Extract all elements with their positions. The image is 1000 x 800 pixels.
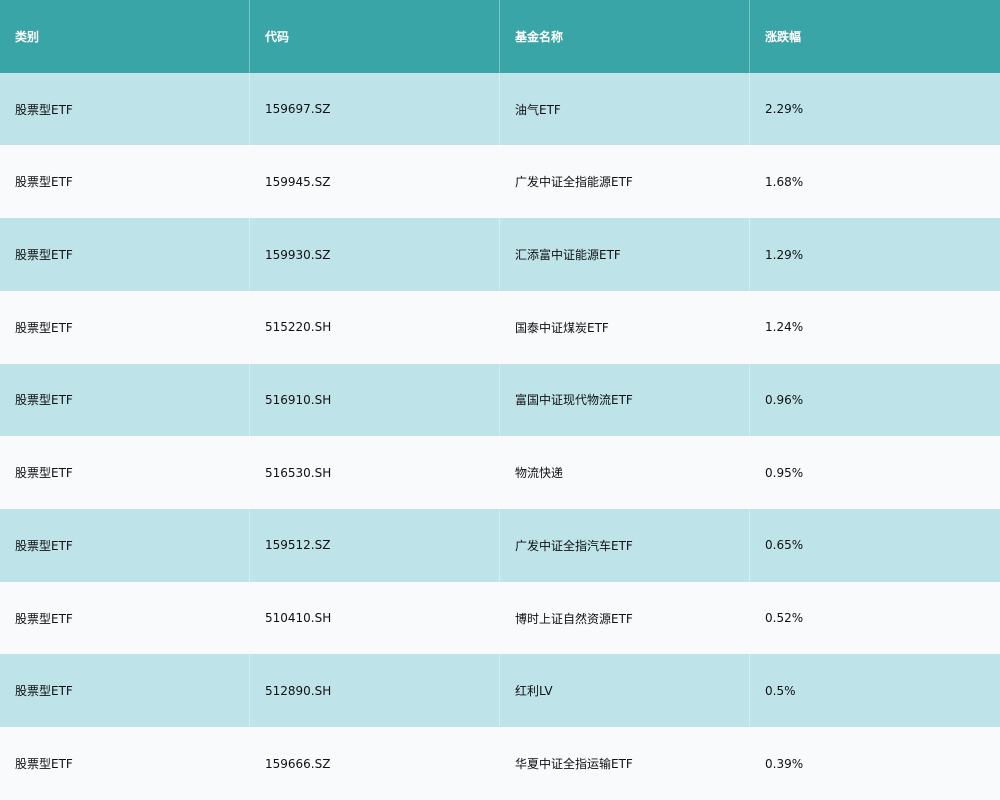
etf-table: 类别 代码 基金名称 涨跌幅 股票型ETF 159697.SZ 油气ETF 2.… <box>0 0 1000 800</box>
table-row[interactable]: 股票型ETF 159945.SZ 广发中证全指能源ETF 1.68% <box>0 145 1000 219</box>
cell-fund-name: 广发中证全指能源ETF <box>500 145 750 219</box>
table-row[interactable]: 股票型ETF 159666.SZ 华夏中证全指运输ETF 0.39% <box>0 727 1000 800</box>
cell-change-pct: 2.29% <box>765 102 804 117</box>
header-change-pct[interactable]: 涨跌幅 <box>750 0 1000 73</box>
cell-category: 股票型ETF <box>0 654 250 728</box>
cell-category: 股票型ETF <box>0 436 250 510</box>
cell-code: 159945.SZ <box>250 145 500 219</box>
table-row[interactable]: 股票型ETF 516910.SH 富国中证现代物流ETF 0.96% <box>0 363 1000 437</box>
cell-fund-name: 汇添富中证能源ETF <box>500 218 750 291</box>
header-category[interactable]: 类别 <box>0 0 250 73</box>
cell-category: 股票型ETF <box>0 218 250 291</box>
cell-change-pct: 0.96% <box>765 392 804 407</box>
cell-code: 159697.SZ <box>250 72 500 146</box>
cell-fund-name: 广发中证全指汽车ETF <box>500 509 750 582</box>
table-header-row: 类别 代码 基金名称 涨跌幅 <box>0 0 1000 73</box>
cell-change-pct: 0.39% <box>765 756 804 771</box>
cell-fund-name: 红利LV <box>500 654 750 728</box>
cell-change-pct: 1.68% <box>765 174 804 189</box>
cell-fund-name: 物流快递 <box>500 436 750 510</box>
table-row[interactable]: 股票型ETF 510410.SH 博时上证自然资源ETF 0.52% <box>0 581 1000 655</box>
header-fund-name[interactable]: 基金名称 <box>500 0 750 73</box>
table-row[interactable]: 股票型ETF 515220.SH 国泰中证煤炭ETF 1.24% <box>0 290 1000 364</box>
cell-code: 159666.SZ <box>250 727 500 800</box>
cell-code: 159512.SZ <box>250 509 500 582</box>
header-code[interactable]: 代码 <box>250 0 500 73</box>
cell-change-pct: 1.29% <box>765 247 804 262</box>
cell-change-pct: 0.5% <box>765 683 796 698</box>
cell-change-pct: 1.24% <box>765 320 804 335</box>
cell-fund-name: 富国中证现代物流ETF <box>500 363 750 437</box>
cell-category: 股票型ETF <box>0 363 250 437</box>
cell-code: 512890.SH <box>250 654 500 728</box>
table-row[interactable]: 股票型ETF 159512.SZ 广发中证全指汽车ETF 0.65% <box>0 509 1000 582</box>
table-row[interactable]: 股票型ETF 516530.SH 物流快递 0.95% <box>0 436 1000 510</box>
table-row[interactable]: 股票型ETF 159930.SZ 汇添富中证能源ETF 1.29% <box>0 218 1000 291</box>
cell-category: 股票型ETF <box>0 145 250 219</box>
cell-code: 516530.SH <box>250 436 500 510</box>
cell-change-pct: 0.95% <box>765 465 804 480</box>
table-row[interactable]: 股票型ETF 512890.SH 红利LV 0.5% <box>0 654 1000 728</box>
cell-fund-name: 博时上证自然资源ETF <box>500 581 750 655</box>
cell-category: 股票型ETF <box>0 290 250 364</box>
cell-category: 股票型ETF <box>0 581 250 655</box>
table-row[interactable]: 股票型ETF 159697.SZ 油气ETF 2.29% <box>0 72 1000 146</box>
cell-category: 股票型ETF <box>0 72 250 146</box>
cell-category: 股票型ETF <box>0 509 250 582</box>
cell-fund-name: 油气ETF <box>500 72 750 146</box>
cell-code: 516910.SH <box>250 363 500 437</box>
cell-category: 股票型ETF <box>0 727 250 800</box>
cell-change-pct: 0.65% <box>765 538 804 553</box>
cell-code: 515220.SH <box>250 290 500 364</box>
cell-fund-name: 华夏中证全指运输ETF <box>500 727 750 800</box>
cell-fund-name: 国泰中证煤炭ETF <box>500 290 750 364</box>
cell-change-pct: 0.52% <box>765 611 804 626</box>
cell-code: 510410.SH <box>250 581 500 655</box>
cell-code: 159930.SZ <box>250 218 500 291</box>
